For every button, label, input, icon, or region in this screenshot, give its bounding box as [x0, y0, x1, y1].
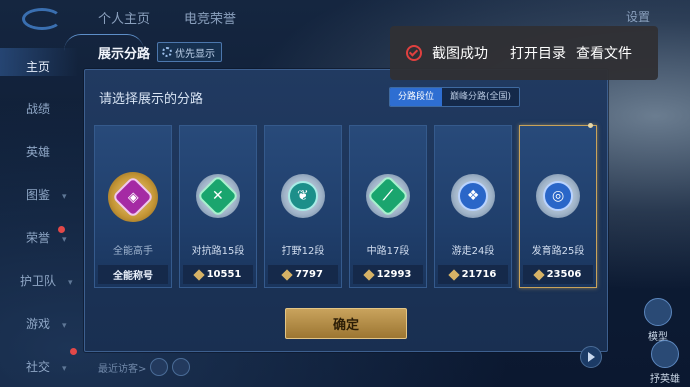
score-icon	[192, 268, 205, 281]
notification-dot	[70, 348, 77, 355]
farm-lane-emblem-icon: ◎	[536, 174, 580, 218]
score-icon	[281, 268, 293, 281]
dialog-title: 展示分路	[98, 47, 151, 62]
card-name: 发育路25段	[531, 246, 585, 257]
tab-profile[interactable]: 个人主页	[98, 8, 150, 27]
chevron-down-icon: ▾	[62, 364, 67, 374]
allround-emblem-icon: ◈	[108, 172, 158, 222]
priority-display-button[interactable]: 优先显示	[157, 42, 222, 62]
jungle-emblem-icon: ❦	[281, 174, 325, 218]
card-name: 游走24段	[451, 246, 495, 257]
lane-card-jungle[interactable]: ❦ 打野12段 7797	[264, 125, 342, 288]
selected-marker-icon	[588, 123, 593, 128]
card-score: 全能称号	[98, 265, 168, 284]
toast-message: 截图成功	[432, 46, 488, 62]
sidebar-item-home[interactable]: 主页	[26, 58, 50, 75]
sidebar-item-gallery[interactable]: 图鉴 ▾	[26, 186, 67, 203]
score-icon	[447, 268, 460, 281]
roam-emblem-icon: ❖	[451, 174, 495, 218]
lane-toggle: 分路段位 巅峰分路(全国)	[389, 87, 521, 107]
chevron-down-icon: ▾	[62, 235, 67, 245]
play-icon[interactable]	[580, 346, 602, 368]
sidebar-item-record[interactable]: 战绩	[26, 100, 50, 117]
chevron-down-icon: ▾	[68, 278, 73, 288]
notification-dot	[58, 226, 65, 233]
card-name: 全能高手	[113, 246, 153, 257]
lane-card-farm[interactable]: ◎ 发育路25段 23506	[519, 123, 597, 288]
card-score: 23506	[523, 265, 593, 284]
gear-icon	[162, 47, 172, 57]
card-score: 10551	[183, 265, 253, 284]
tab-esports[interactable]: 电竞荣誉	[184, 8, 236, 27]
lane-card-roam[interactable]: ❖ 游走24段 21716	[434, 125, 512, 288]
settings-link[interactable]: 设置	[626, 8, 650, 25]
lane-card-allround[interactable]: ◈ 全能高手 全能称号	[94, 125, 172, 288]
hero-button[interactable]: 抒英雄	[650, 340, 680, 385]
sidebar-item-social[interactable]: 社交 ▾	[26, 358, 67, 375]
confirm-button[interactable]: 确定	[285, 308, 407, 339]
score-icon	[362, 268, 375, 281]
toggle-peak-lane[interactable]: 巅峰分路(全国)	[442, 88, 520, 106]
check-circle-icon	[406, 45, 422, 61]
model-icon	[644, 298, 672, 326]
model-button[interactable]: 模型	[644, 298, 672, 343]
sidebar-item-heroes[interactable]: 英雄	[26, 143, 50, 160]
visitor-avatar[interactable]	[172, 358, 190, 376]
lane-cards: ◈ 全能高手 全能称号 ✕ 对抗路15段 10551 ❦ 打野12段 7797 …	[94, 123, 597, 289]
visitor-avatar[interactable]	[150, 358, 168, 376]
hero-icon	[651, 340, 679, 368]
sidebar-item-guard[interactable]: 护卫队 ▾	[20, 272, 73, 289]
toggle-lane-rank[interactable]: 分路段位	[390, 88, 443, 106]
card-score: 12993	[353, 265, 423, 284]
lane-card-mid[interactable]: ⟋ 中路17段 12993	[349, 125, 427, 288]
card-name: 对抗路15段	[191, 246, 245, 257]
score-icon	[532, 268, 545, 281]
sidebar-item-games[interactable]: 游戏 ▾	[26, 315, 67, 332]
view-file-link[interactable]: 查看文件	[576, 43, 632, 63]
lane-card-clash[interactable]: ✕ 对抗路15段 10551	[179, 125, 257, 288]
dialog-footer: 最近访客>	[84, 346, 606, 382]
open-folder-link[interactable]: 打开目录	[510, 43, 566, 63]
card-name: 打野12段	[281, 246, 325, 257]
recent-visitors-link[interactable]: 最近访客>	[98, 360, 146, 375]
mid-lane-emblem-icon: ⟋	[366, 174, 410, 218]
clash-lane-emblem-icon: ✕	[196, 174, 240, 218]
screenshot-toast: 截图成功 打开目录 查看文件	[390, 26, 658, 80]
chevron-down-icon: ▾	[62, 192, 67, 202]
dialog-subtitle: 请选择展示的分路	[99, 92, 204, 107]
lane-select-dialog: 请选择展示的分路 分路段位 巅峰分路(全国) ◈ 全能高手 全能称号 ✕ 对抗路…	[84, 69, 608, 352]
chevron-down-icon: ▾	[62, 321, 67, 331]
card-name: 中路17段	[366, 246, 410, 257]
hero-label: 抒英雄	[650, 374, 680, 385]
card-score: 21716	[438, 265, 508, 284]
priority-label: 优先显示	[175, 48, 215, 60]
card-score: 7797	[268, 265, 338, 284]
back-icon[interactable]	[22, 8, 62, 30]
